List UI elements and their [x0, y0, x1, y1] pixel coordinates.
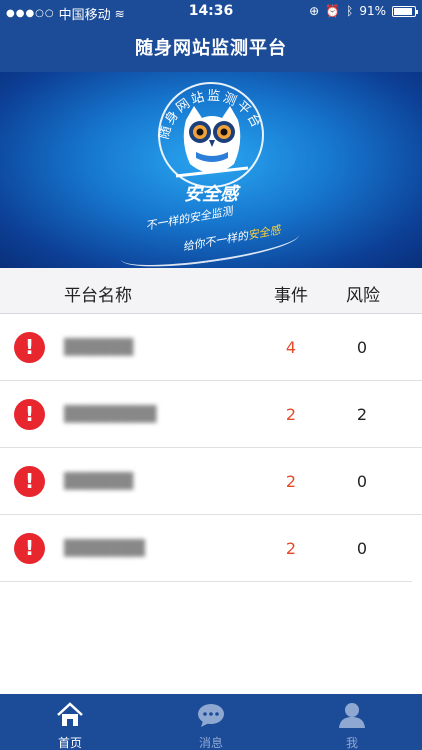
- event-count: 2: [285, 472, 297, 491]
- alert-icon: !: [14, 399, 45, 430]
- alarm-icon: ⏰: [325, 4, 341, 18]
- top-bar: ●●●○○ 中国移动 ≋ 14:36 ⊕ ⏰ ᛒ 91% 随身网站监测平台: [0, 0, 422, 72]
- header-platform-name: 平台名称: [64, 286, 132, 306]
- tab-me-label: 我: [345, 736, 358, 750]
- battery-fill: [394, 7, 412, 15]
- event-count: 2: [285, 405, 297, 424]
- platform-name: ███████: [64, 539, 145, 557]
- platform-list: ! ██████ 4 0 ! ████████ 2 2 ! ██████ 2 0…: [0, 314, 422, 582]
- tab-me[interactable]: 我: [282, 694, 422, 750]
- page-title: 随身网站监测平台: [135, 38, 287, 59]
- battery-icon: [392, 5, 418, 17]
- owl-logo-icon: [172, 102, 252, 192]
- battery-percent: 91%: [359, 4, 386, 18]
- header-events: 事件: [274, 286, 308, 306]
- chat-icon: [198, 704, 224, 727]
- user-icon: [339, 703, 365, 728]
- platform-row[interactable]: ! ██████ 4 0: [0, 314, 422, 381]
- platform-name: ██████: [64, 338, 134, 356]
- risk-count: 0: [356, 472, 368, 491]
- risk-count: 0: [356, 539, 368, 558]
- platform-row[interactable]: ! ██████ 2 0: [0, 448, 422, 515]
- banner: 随身网站监测平台 安全感 不一样的安全监测 给你不一样的安全感: [0, 72, 422, 268]
- event-count: 4: [285, 338, 297, 357]
- platform-name: ████████: [64, 405, 157, 423]
- risk-count: 0: [356, 338, 368, 357]
- orientation-lock-icon: ⊕: [309, 4, 320, 18]
- app-screen: ●●●○○ 中国移动 ≋ 14:36 ⊕ ⏰ ᛒ 91% 随身网站监测平台 随身…: [0, 0, 422, 750]
- tab-messages[interactable]: 消息: [141, 694, 281, 750]
- bluetooth-icon: ᛒ: [346, 4, 354, 18]
- alert-icon: !: [14, 466, 45, 497]
- alert-icon: !: [14, 533, 45, 564]
- platform-row[interactable]: ! ███████ 2 0: [0, 515, 412, 582]
- brand-name: 安全感: [184, 184, 238, 205]
- home-icon: [57, 702, 83, 726]
- risk-count: 2: [356, 405, 368, 424]
- tab-bar: 首页 消息 我: [0, 694, 422, 750]
- event-count: 2: [285, 539, 297, 558]
- platform-row[interactable]: ! ████████ 2 2: [0, 381, 422, 448]
- header-risk: 风险: [346, 286, 380, 306]
- status-bar: ●●●○○ 中国移动 ≋ 14:36 ⊕ ⏰ ᛒ 91%: [0, 0, 422, 24]
- table-header: 平台名称 事件 风险: [0, 268, 422, 314]
- alert-icon: !: [14, 332, 45, 363]
- tab-home-label: 首页: [57, 736, 82, 750]
- tab-home[interactable]: 首页: [0, 694, 140, 750]
- platform-name: ██████: [64, 472, 134, 490]
- tab-messages-label: 消息: [198, 736, 223, 750]
